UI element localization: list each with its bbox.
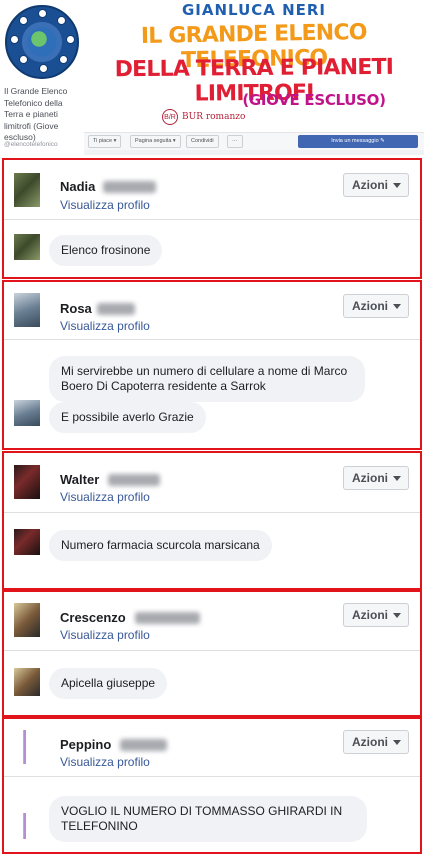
- phone-dial-hole: [39, 64, 48, 73]
- message-avatar: [14, 234, 40, 260]
- message-bubble: E possibile averlo Grazie: [49, 402, 206, 433]
- message-bubble: Numero farmacia scurcola marsicana: [49, 530, 272, 561]
- actions-label: Azioni: [352, 299, 388, 313]
- page-logo[interactable]: [5, 5, 79, 79]
- caret-down-icon: [393, 740, 401, 745]
- user-surname-redacted: [103, 181, 156, 193]
- user-first-name[interactable]: Nadia: [60, 179, 95, 194]
- user-avatar[interactable]: [14, 173, 40, 207]
- conversation-card: Nadia Visualizza profilo Azioni Elenco f…: [2, 158, 422, 279]
- actions-label: Azioni: [352, 471, 388, 485]
- message-bubble: Elenco frosinone: [49, 235, 163, 266]
- actions-dropdown[interactable]: Azioni: [343, 173, 409, 197]
- user-avatar[interactable]: [14, 730, 40, 764]
- globe-icon: [27, 27, 57, 57]
- user-avatar[interactable]: [14, 293, 40, 327]
- actions-dropdown[interactable]: Azioni: [343, 603, 409, 627]
- caret-down-icon: [393, 183, 401, 188]
- message-avatar: [14, 813, 40, 839]
- phone-dial-hole: [57, 16, 66, 25]
- card-header: Peppino Visualizza profilo Azioni: [4, 719, 420, 777]
- publisher-name: BUR romanzo: [182, 112, 246, 122]
- phone-dial-hole: [10, 35, 19, 44]
- view-profile-link[interactable]: Visualizza profilo: [60, 319, 150, 333]
- conversation-card: Rosa Visualizza profilo Azioni Mi servir…: [2, 280, 422, 450]
- user-surname-redacted: [108, 474, 160, 486]
- user-first-name[interactable]: Peppino: [60, 737, 111, 752]
- caret-down-icon: [393, 613, 401, 618]
- pencil-icon: ✎: [380, 138, 385, 144]
- phone-dial-hole: [66, 35, 75, 44]
- message-avatar: [14, 529, 40, 555]
- message-avatar: [14, 668, 40, 696]
- card-header: Rosa Visualizza profilo Azioni: [4, 282, 420, 340]
- page-sidebar: Il Grande Elenco Telefonico della Terra …: [0, 0, 84, 155]
- conversation-card: Peppino Visualizza profilo Azioni VOGLIO…: [2, 717, 422, 854]
- view-profile-link[interactable]: Visualizza profilo: [60, 490, 150, 504]
- card-header: Nadia Visualizza profilo Azioni: [4, 160, 420, 220]
- page-action-bar: Ti piace ▾ Pagina seguita ▾ Condividi ··…: [84, 132, 424, 150]
- user-first-name[interactable]: Walter: [60, 472, 99, 487]
- actions-label: Azioni: [352, 178, 388, 192]
- message-avatar: [14, 400, 40, 426]
- page-handle[interactable]: @elencotelefonico: [4, 141, 82, 148]
- publisher-logo: B/R BUR romanzo: [162, 108, 245, 126]
- phone-dial-hole: [59, 55, 68, 64]
- user-surname-redacted: [97, 303, 135, 315]
- more-options-button[interactable]: ···: [227, 135, 243, 148]
- user-first-name[interactable]: Crescenzo: [60, 610, 126, 625]
- user-first-name[interactable]: Rosa: [60, 301, 92, 316]
- card-header: Walter Visualizza profilo Azioni: [4, 453, 420, 513]
- user-avatar[interactable]: [14, 465, 40, 499]
- caret-down-icon: [393, 476, 401, 481]
- view-profile-link[interactable]: Visualizza profilo: [60, 755, 150, 769]
- message-bubble: VOGLIO IL NUMERO DI TOMMASSO GHIRARDI IN…: [49, 796, 367, 842]
- cover-photo[interactable]: GIANLUCA NERI IL GRANDE ELENCO TELEFONIC…: [84, 0, 424, 132]
- phone-dial-hole: [38, 9, 47, 18]
- cover-author: GIANLUCA NERI: [181, 1, 327, 19]
- follow-page-button[interactable]: Pagina seguita ▾: [130, 135, 181, 148]
- phone-dial-hole: [19, 55, 28, 64]
- conversation-card: Walter Visualizza profilo Azioni Numero …: [2, 451, 422, 590]
- cover-title-line-3: (GIOVE ESCLUSO): [242, 91, 386, 109]
- user-surname-redacted: [120, 739, 167, 751]
- like-page-button[interactable]: Ti piace ▾: [88, 135, 122, 148]
- view-profile-link[interactable]: Visualizza profilo: [60, 198, 150, 212]
- conversation-card: Crescenzo Visualizza profilo Azioni Apic…: [2, 590, 422, 717]
- actions-dropdown[interactable]: Azioni: [343, 294, 409, 318]
- actions-dropdown[interactable]: Azioni: [343, 466, 409, 490]
- actions-label: Azioni: [352, 608, 388, 622]
- message-bubble: Apicella giuseppe: [49, 668, 168, 699]
- view-profile-link[interactable]: Visualizza profilo: [60, 628, 150, 642]
- page-header: Il Grande Elenco Telefonico della Terra …: [0, 0, 424, 155]
- send-message-label: Invia un messaggio: [331, 138, 379, 144]
- page-name[interactable]: Il Grande Elenco Telefonico della Terra …: [4, 86, 82, 144]
- publisher-mark: B/R: [162, 109, 178, 125]
- user-surname-redacted: [135, 612, 200, 624]
- message-bubble: Mi servirebbe un numero di cellulare a n…: [49, 356, 365, 402]
- phone-dial-hole: [19, 16, 28, 25]
- caret-down-icon: [393, 304, 401, 309]
- user-avatar[interactable]: [14, 603, 40, 637]
- actions-dropdown[interactable]: Azioni: [343, 730, 409, 754]
- send-message-button[interactable]: Invia un messaggio ✎: [298, 135, 418, 148]
- share-button[interactable]: Condividi: [186, 135, 219, 148]
- card-header: Crescenzo Visualizza profilo Azioni: [4, 592, 420, 651]
- actions-label: Azioni: [352, 735, 388, 749]
